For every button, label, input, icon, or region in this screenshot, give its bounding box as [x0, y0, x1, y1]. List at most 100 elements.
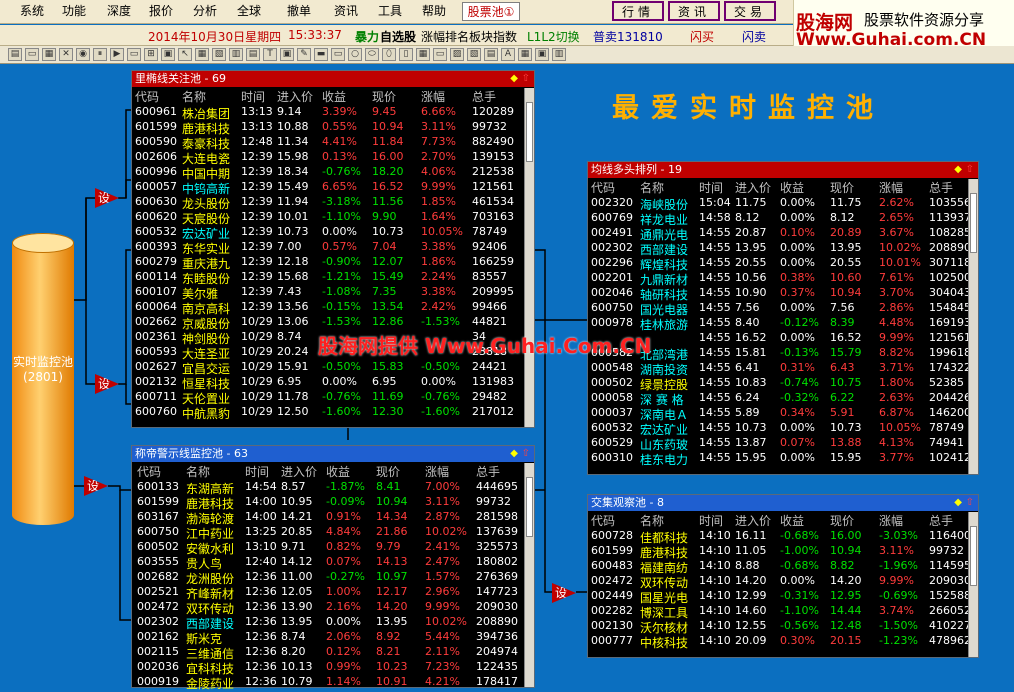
- cell-entry-price: 12.55: [735, 619, 767, 632]
- scrollbar-thumb[interactable]: [526, 102, 533, 162]
- diamond-icon[interactable]: ◆: [954, 162, 962, 178]
- cell-entry-price: 10.13: [281, 660, 313, 673]
- scrollbar[interactable]: [968, 179, 978, 474]
- cell-time: 12:39: [241, 300, 273, 313]
- column-header[interactable]: 涨幅: [425, 463, 449, 480]
- cell-volume: 92406: [472, 240, 507, 253]
- cell-code: 600590: [135, 135, 177, 148]
- cell-code: 600593: [135, 345, 177, 358]
- scrollbar[interactable]: [524, 88, 534, 427]
- cell-code: 600750: [591, 301, 633, 314]
- cell-volume: 24421: [472, 360, 507, 373]
- column-header[interactable]: 进入价: [735, 512, 771, 529]
- cell-price: 15.49: [372, 270, 404, 283]
- cell-price: 14.34: [376, 510, 408, 523]
- cell-volume: 120289: [472, 105, 514, 118]
- cell-return: -1.53%: [322, 315, 361, 328]
- scrollbar[interactable]: [968, 512, 978, 657]
- column-header[interactable]: 涨幅: [879, 179, 903, 196]
- column-header[interactable]: 总手: [929, 179, 953, 196]
- cell-entry-price: 20.24: [277, 345, 309, 358]
- column-header[interactable]: 名称: [640, 179, 664, 196]
- column-header[interactable]: 进入价: [277, 88, 313, 105]
- cell-volume: 114595: [929, 559, 971, 572]
- column-header[interactable]: 收益: [780, 512, 804, 529]
- cell-price: 7.04: [372, 240, 397, 253]
- cell-price: 10.94: [830, 544, 862, 557]
- column-header[interactable]: 现价: [376, 463, 400, 480]
- column-header[interactable]: 涨幅: [421, 88, 445, 105]
- cell-time: 14:55: [699, 256, 731, 269]
- cell-code: 002036: [137, 660, 179, 673]
- cell-code: 600483: [591, 559, 633, 572]
- up-arrow-icon[interactable]: ⇧: [966, 495, 974, 511]
- column-header[interactable]: 代码: [137, 463, 161, 480]
- column-header[interactable]: 进入价: [281, 463, 317, 480]
- column-header[interactable]: 名称: [640, 512, 664, 529]
- cell-code: 000548: [591, 361, 633, 374]
- up-arrow-icon[interactable]: ⇧: [522, 71, 530, 87]
- cell-code: 002201: [591, 271, 633, 284]
- pool-panel-2: 均线多头排列 - 19 ◆ ⇧ 代码 名称 时间 进入价 收益 现价 涨幅 总手 002320 海峡股份…: [587, 161, 979, 475]
- column-header[interactable]: 现价: [830, 179, 854, 196]
- column-header[interactable]: 时间: [699, 512, 723, 529]
- column-header[interactable]: 收益: [780, 179, 804, 196]
- diamond-icon[interactable]: ◆: [954, 495, 962, 511]
- column-header[interactable]: 总手: [476, 463, 500, 480]
- column-header[interactable]: 时间: [245, 463, 269, 480]
- cell-price: 13.95: [376, 615, 408, 628]
- up-arrow-icon[interactable]: ⇧: [966, 162, 974, 178]
- panel-title-text: 交集观察池 - 8: [591, 496, 664, 509]
- diamond-icon[interactable]: ◆: [510, 446, 518, 462]
- diamond-icon[interactable]: ◆: [510, 71, 518, 87]
- cell-code: 600728: [591, 529, 633, 542]
- scrollbar-thumb[interactable]: [526, 477, 533, 537]
- cell-time: 12:39: [241, 240, 273, 253]
- pool-panel-1: 里椭线关注池 - 69 ◆ ⇧ 代码 名称 时间 进入价 收益 现价 涨幅 总手 600961 株冶集团…: [131, 70, 535, 428]
- column-header[interactable]: 代码: [591, 512, 615, 529]
- column-header[interactable]: 现价: [830, 512, 854, 529]
- cell-code: 600769: [591, 211, 633, 224]
- cell-volume: 178417: [476, 675, 518, 688]
- column-header[interactable]: 收益: [326, 463, 350, 480]
- monitor-pool-cylinder[interactable]: 实时监控池 (2801): [12, 233, 74, 525]
- panel-title[interactable]: 里椭线关注池 - 69 ◆ ⇧: [132, 71, 534, 87]
- cell-code: 600279: [135, 255, 177, 268]
- column-header[interactable]: 涨幅: [879, 512, 903, 529]
- column-header[interactable]: 总手: [472, 88, 496, 105]
- column-header[interactable]: 收益: [322, 88, 346, 105]
- column-header[interactable]: 代码: [135, 88, 159, 105]
- cell-volume: 461534: [472, 195, 514, 208]
- cell-return: -1.87%: [326, 480, 365, 493]
- cell-price: 13.95: [830, 241, 862, 254]
- cell-code: 600760: [135, 405, 177, 418]
- scrollbar-thumb[interactable]: [970, 526, 977, 586]
- column-header[interactable]: 代码: [591, 179, 615, 196]
- cell-return: 0.07%: [780, 436, 815, 449]
- cell-code: 002320: [591, 196, 633, 209]
- cell-entry-price: 10.01: [277, 210, 309, 223]
- cell-return: 0.00%: [780, 211, 815, 224]
- column-header[interactable]: 名称: [186, 463, 210, 480]
- cell-volume: 703163: [472, 210, 514, 223]
- scrollbar[interactable]: [524, 463, 534, 687]
- column-header[interactable]: 时间: [699, 179, 723, 196]
- cell-entry-price: 6.95: [277, 375, 302, 388]
- column-header[interactable]: 总手: [929, 512, 953, 529]
- cell-price: 10.94: [372, 120, 404, 133]
- cell-price: 15.95: [830, 451, 862, 464]
- column-header[interactable]: 进入价: [735, 179, 771, 196]
- column-header[interactable]: 现价: [372, 88, 396, 105]
- scrollbar-thumb[interactable]: [970, 193, 977, 253]
- column-header[interactable]: 时间: [241, 88, 265, 105]
- panel-title-text: 均线多头排列 - 19: [591, 163, 682, 176]
- cell-code: 002302: [137, 615, 179, 628]
- column-header[interactable]: 名称: [182, 88, 206, 105]
- panel-title[interactable]: 交集观察池 - 8 ◆ ⇧: [588, 495, 978, 511]
- cell-entry-price: 7.00: [277, 240, 302, 253]
- cell-entry-price: 8.12: [735, 211, 760, 224]
- cell-code: 600502: [137, 540, 179, 553]
- panel-title[interactable]: 均线多头排列 - 19 ◆ ⇧: [588, 162, 978, 178]
- panel-title[interactable]: 称帝警示线监控池 - 63 ◆ ⇧: [132, 446, 534, 462]
- up-arrow-icon[interactable]: ⇧: [522, 446, 530, 462]
